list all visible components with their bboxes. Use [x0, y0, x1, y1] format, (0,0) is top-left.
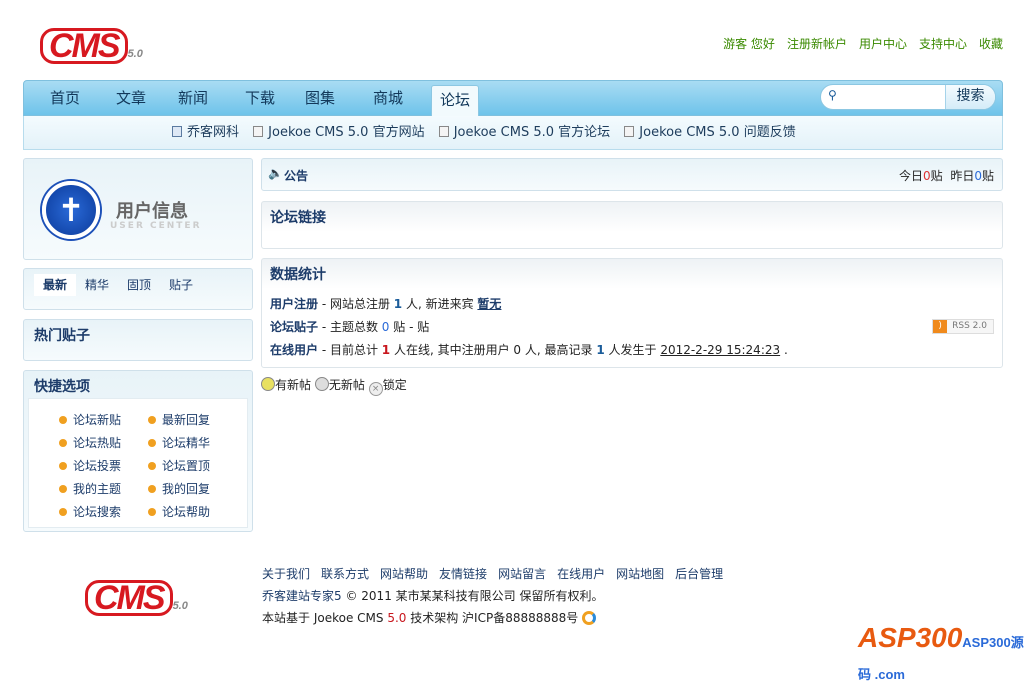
- stat-online: 在线用户 - 目前总计 1 人在线, 其中注册用户 0 人, 最高记录 1 人发…: [270, 343, 788, 357]
- icon-legend: 有新帖 无新帖 × 锁定: [261, 376, 407, 396]
- notice-bar: 🔈 公告 今日0贴 昨日0贴: [261, 158, 1003, 191]
- quick-link[interactable]: 论坛新贴: [59, 411, 121, 428]
- quick-links: 论坛新贴 最新回复 论坛热贴 论坛精华 论坛投票 论坛置顶 我的主题 我的回复 …: [28, 398, 248, 528]
- register-link[interactable]: 注册新帐户: [787, 37, 847, 51]
- brand-link[interactable]: 乔客建站专家5: [262, 589, 342, 603]
- sub-nav: 乔客网科 Joekoe CMS 5.0 官方网站 Joekoe CMS 5.0 …: [23, 116, 1003, 150]
- icp-icon: [582, 611, 597, 625]
- nav-gallery[interactable]: 图集: [305, 81, 335, 116]
- nav-downloads[interactable]: 下载: [245, 81, 275, 116]
- no-new-post-icon: [314, 377, 329, 391]
- document-icon: [253, 126, 264, 137]
- stats-title: 数据统计: [270, 267, 326, 283]
- quick-link[interactable]: 论坛精华: [148, 434, 210, 451]
- powered-by: 本站基于 Joekoe CMS 5.0 技术架构 沪ICP备88888888号: [262, 609, 597, 626]
- locked-icon: ×: [368, 382, 383, 396]
- document-icon: [438, 126, 449, 137]
- quick-link[interactable]: 最新回复: [148, 411, 210, 428]
- user-info-panel: ✝ 用户信息 USER CENTER: [23, 158, 253, 260]
- footer-links: 关于我们 联系方式 网站帮助 友情链接 网站留言 在线用户 网站地图 后台管理: [262, 565, 734, 582]
- tab-latest[interactable]: 最新: [34, 274, 77, 296]
- tab-pinned[interactable]: 固顶: [118, 274, 160, 296]
- user-center-link[interactable]: 用户中心: [859, 37, 907, 51]
- favorite-link[interactable]: 收藏: [979, 37, 1003, 51]
- subnav-link[interactable]: Joekoe CMS 5.0 问题反馈: [639, 125, 795, 140]
- subnav-link[interactable]: Joekoe CMS 5.0 官方论坛: [454, 125, 610, 140]
- rss-button[interactable]: ) RSS 2.0: [932, 319, 994, 334]
- greeting-link[interactable]: 游客 您好: [723, 37, 775, 51]
- forum-links-panel: 论坛链接: [261, 201, 1003, 249]
- nav-shop[interactable]: 商城: [373, 81, 403, 116]
- quick-options-title: 快捷选项: [34, 379, 90, 395]
- footer-link[interactable]: 在线用户: [557, 567, 605, 581]
- quick-link[interactable]: 我的回复: [148, 480, 210, 497]
- footer-link[interactable]: 网站留言: [498, 567, 546, 581]
- nav-home[interactable]: 首页: [50, 81, 80, 116]
- stat-registration: 用户注册 - 网站总注册 1 人, 新进来宾 暂无: [270, 297, 502, 311]
- document-icon: [624, 126, 635, 137]
- quick-link[interactable]: 论坛帮助: [148, 503, 210, 520]
- copyright: 乔客建站专家5 © 2011 某市某某科技有限公司 保留所有权利。: [262, 589, 604, 603]
- nav-forum[interactable]: 论坛: [431, 85, 480, 116]
- newest-member-link[interactable]: 暂无: [477, 297, 501, 311]
- subnav-link[interactable]: Joekoe CMS 5.0 官方网站: [268, 125, 424, 140]
- user-info-title: 用户信息: [116, 201, 188, 222]
- search-button[interactable]: 搜索: [945, 85, 995, 109]
- rss-icon: ): [933, 320, 948, 333]
- quick-link[interactable]: 论坛投票: [59, 457, 121, 474]
- stat-posts: 论坛贴子 - 主题总数 0 贴 - 贴: [270, 320, 430, 334]
- tab-featured[interactable]: 精华: [76, 274, 118, 296]
- quick-link[interactable]: 论坛搜索: [59, 503, 121, 520]
- subnav-link[interactable]: 乔客网科: [187, 125, 239, 140]
- site-logo[interactable]: CMS 5.0: [40, 28, 143, 64]
- quick-link[interactable]: 论坛置顶: [148, 457, 210, 474]
- quick-options-panel: 快捷选项 论坛新贴 最新回复 论坛热贴 论坛精华 论坛投票 论坛置顶 我的主题 …: [23, 370, 253, 532]
- user-center-subtitle: USER CENTER: [110, 221, 202, 231]
- stats-panel: 数据统计 用户注册 - 网站总注册 1 人, 新进来宾 暂无 论坛贴子 - 主题…: [261, 258, 1003, 368]
- main-nav: 首页 文章 新闻 下载 图集 商城 论坛 ⚲ 搜索: [23, 80, 1003, 116]
- search-icon: ⚲: [828, 88, 837, 102]
- tab-posts[interactable]: 贴子: [160, 274, 202, 296]
- top-links: 游客 您好 注册新帐户 用户中心 支持中心 收藏: [711, 35, 1003, 52]
- footer-link[interactable]: 关于我们: [262, 567, 310, 581]
- support-link[interactable]: 支持中心: [919, 37, 967, 51]
- user-center-icon[interactable]: ✝: [42, 181, 100, 239]
- record-date-link[interactable]: 2012-2-29 15:24:23: [660, 343, 780, 357]
- hot-posts-title: 热门贴子: [34, 328, 90, 344]
- speaker-icon: 🔈: [268, 166, 283, 180]
- search-input[interactable]: [845, 89, 945, 105]
- footer-logo: CMS 5.0: [85, 580, 188, 616]
- quick-link[interactable]: 我的主题: [59, 480, 121, 497]
- watermark-logo: ASP300ASP300源码 .com: [858, 622, 1024, 682]
- footer-link[interactable]: 联系方式: [321, 567, 369, 581]
- hot-posts-panel: 热门贴子: [23, 319, 253, 361]
- forum-links-title: 论坛链接: [270, 210, 326, 226]
- footer-link[interactable]: 网站地图: [616, 567, 664, 581]
- post-tabs-panel: 最新 精华 固顶 贴子: [23, 268, 253, 310]
- search-box: ⚲ 搜索: [820, 84, 996, 110]
- footer-link[interactable]: 友情链接: [439, 567, 487, 581]
- nav-news[interactable]: 新闻: [178, 81, 208, 116]
- quick-link[interactable]: 论坛热贴: [59, 434, 121, 451]
- nav-articles[interactable]: 文章: [116, 81, 146, 116]
- new-post-icon: [261, 377, 275, 391]
- footer-link[interactable]: 网站帮助: [380, 567, 428, 581]
- footer-link[interactable]: 后台管理: [675, 567, 723, 581]
- post-counts: 今日0贴 昨日0贴: [899, 169, 994, 183]
- site-icon: [172, 126, 182, 137]
- notice-title[interactable]: 公告: [284, 167, 308, 184]
